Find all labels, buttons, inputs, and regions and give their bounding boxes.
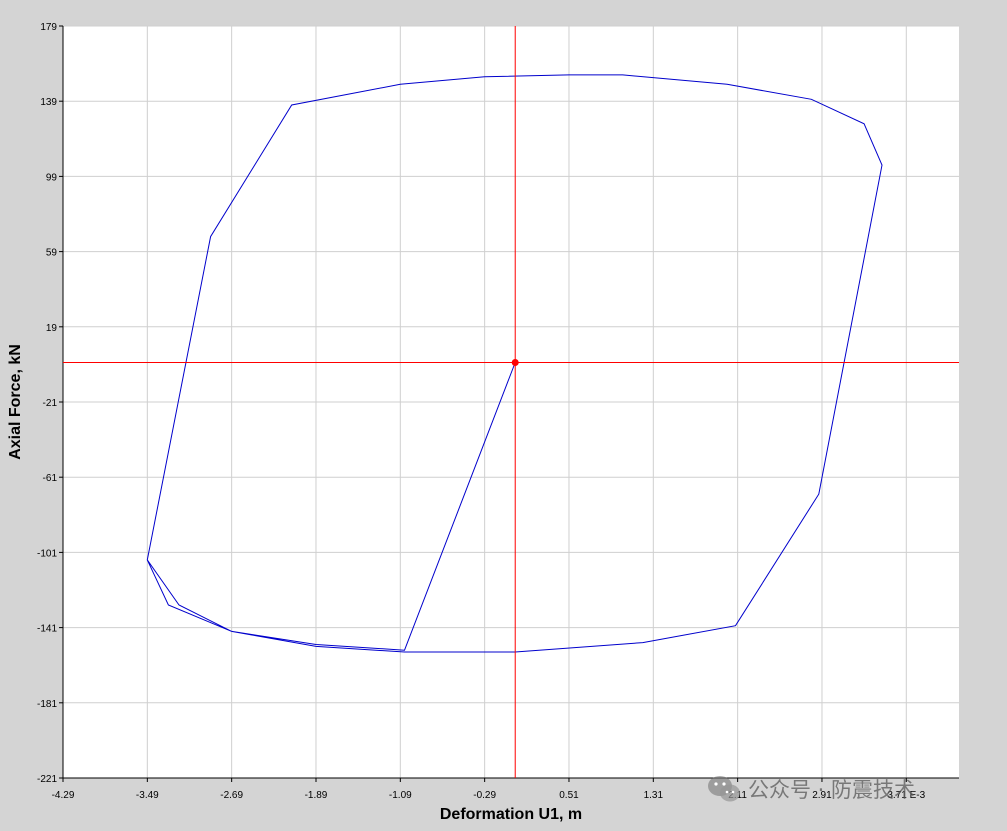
x-tick-label: 0.51 <box>559 790 579 801</box>
crosshair-point <box>511 359 519 367</box>
y-tick-label: 139 <box>40 97 57 108</box>
x-axis-title: Deformation U1, m <box>440 806 582 823</box>
y-axis-title: Axial Force, kN <box>7 344 24 460</box>
watermark: 公众号 · 防震技术 <box>706 774 915 804</box>
y-tick-label: -21 <box>43 398 58 409</box>
x-tick-label: -1.09 <box>389 790 412 801</box>
x-tick-label: 1.31 <box>644 790 664 801</box>
x-tick-label: -2.69 <box>220 790 243 801</box>
x-tick-label: -4.29 <box>52 790 75 801</box>
x-tick-label: -0.29 <box>473 790 496 801</box>
chart: -4.29 -3.49 -2.69 -1.89 -1.09 -0.29 0.51 1.31 2.… <box>7 22 959 823</box>
y-tick-label: 59 <box>46 248 58 259</box>
y-tick-label: 99 <box>46 172 58 183</box>
y-tick-label: -181 <box>37 699 57 710</box>
x-tick-label: -1.89 <box>305 790 328 801</box>
y-tick-label: 19 <box>46 323 58 334</box>
y-tick-label: 179 <box>40 22 57 33</box>
y-tick-label: -141 <box>37 624 57 635</box>
watermark-text: 公众号 · 防震技术 <box>748 778 916 802</box>
y-tick-label: -61 <box>43 473 58 484</box>
chart-window: -4.29 -3.49 -2.69 -1.89 -1.09 -0.29 0.51 1.31 2.… <box>0 0 1007 831</box>
y-tick-label: -221 <box>37 774 57 785</box>
wechat-icon <box>708 776 740 802</box>
y-tick-label: -101 <box>37 548 57 559</box>
x-tick-label: -3.49 <box>136 790 159 801</box>
